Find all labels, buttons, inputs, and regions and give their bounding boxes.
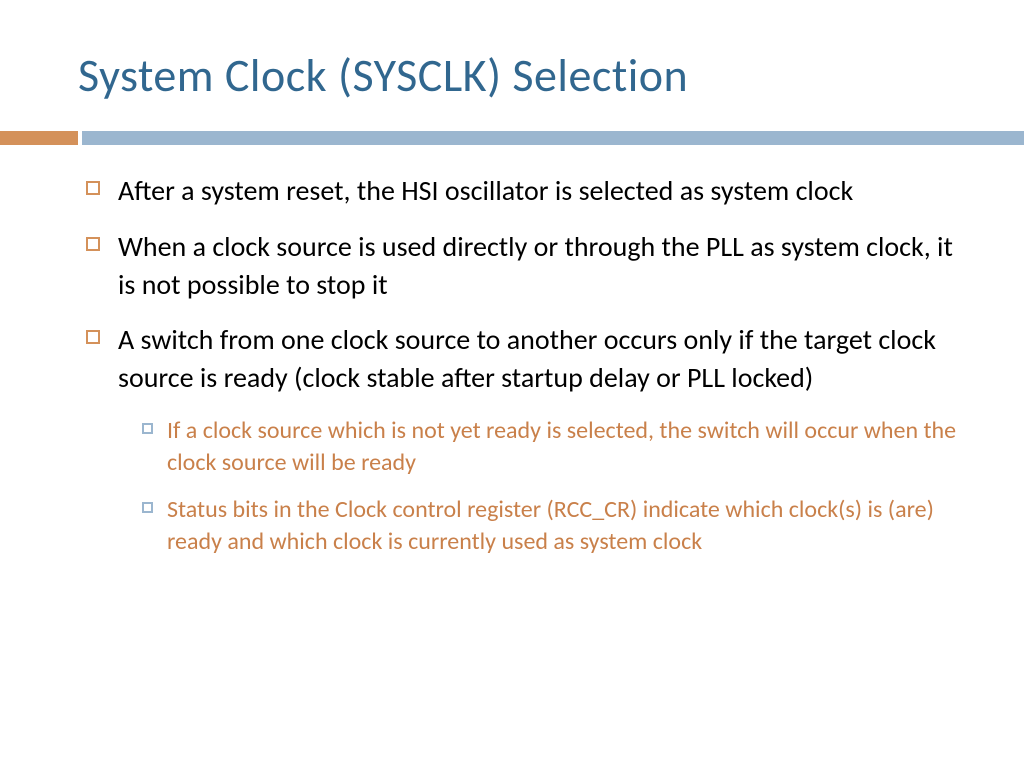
slide-content: After a system reset, the HSI oscillator… [86, 172, 974, 573]
title-divider [0, 131, 1024, 145]
sub-bullet-text: Status bits in the Clock control registe… [167, 494, 974, 559]
square-sub-bullet-icon [142, 423, 153, 434]
bullet-item: When a clock source is used directly or … [86, 228, 974, 304]
bullet-item: After a system reset, the HSI oscillator… [86, 172, 974, 210]
bullet-item: A switch from one clock source to anothe… [86, 321, 974, 397]
divider-accent-orange [0, 131, 78, 145]
divider-accent-blue [82, 131, 1024, 145]
bullet-text: When a clock source is used directly or … [118, 228, 974, 304]
square-bullet-icon [86, 330, 100, 344]
bullet-text: A switch from one clock source to anothe… [118, 321, 974, 397]
square-bullet-icon [86, 181, 100, 195]
sub-bullet-item: Status bits in the Clock control registe… [142, 494, 974, 559]
sub-bullet-item: If a clock source which is not yet ready… [142, 415, 974, 480]
slide-title: System Clock (SYSCLK) Selection [78, 48, 688, 104]
sub-bullet-list: If a clock source which is not yet ready… [142, 415, 974, 559]
sub-bullet-text: If a clock source which is not yet ready… [167, 415, 974, 480]
square-bullet-icon [86, 237, 100, 251]
square-sub-bullet-icon [142, 502, 153, 513]
bullet-text: After a system reset, the HSI oscillator… [118, 172, 853, 210]
